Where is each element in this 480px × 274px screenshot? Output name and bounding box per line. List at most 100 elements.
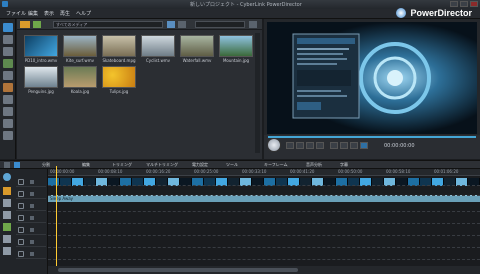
timeline-scroll-thumb[interactable] <box>58 268 298 272</box>
track-row-music <box>48 250 480 260</box>
tab-edit[interactable]: 編集 <box>82 162 90 168</box>
media-room-icon[interactable] <box>3 23 13 32</box>
track-headers <box>0 169 48 274</box>
preview-panel: 00:00:00:00 <box>264 19 480 159</box>
preview-window[interactable] <box>267 22 477 134</box>
track-row-pip <box>48 202 480 212</box>
fast-forward-icon[interactable] <box>316 142 324 149</box>
fx-track-icon[interactable] <box>3 211 11 219</box>
voice-over-room-icon[interactable] <box>3 107 13 116</box>
library-scrollbar[interactable] <box>255 33 260 153</box>
particle-room-icon[interactable] <box>3 59 13 68</box>
media-thumbnail[interactable] <box>180 35 214 57</box>
audio-clip[interactable]: Sleep Away <box>48 195 480 202</box>
film-icon <box>18 179 24 185</box>
media-filter-dropdown[interactable]: すべてのメディア <box>53 21 163 28</box>
timeline-scrollbar[interactable] <box>48 266 480 274</box>
tab-multi-trim[interactable]: マルチトリミング <box>146 162 178 168</box>
pip-room-icon[interactable] <box>3 47 13 56</box>
library-toolbar: すべてのメディア <box>17 19 262 30</box>
undock-icon[interactable] <box>350 142 358 149</box>
ruler-label: 00:00:50:00 <box>338 169 363 174</box>
tab-keyframe[interactable]: キーフレーム <box>264 162 288 168</box>
view-grid-icon[interactable] <box>167 21 175 28</box>
track-row-fx <box>48 214 480 224</box>
tab-split[interactable]: 分割 <box>42 162 50 168</box>
tab-audio-analysis[interactable]: 音声分析 <box>306 162 322 168</box>
stop-icon[interactable] <box>286 142 294 149</box>
media-thumbnail[interactable] <box>63 66 97 88</box>
tab-trim[interactable]: トリミング <box>112 162 132 168</box>
ruler-label: 00:00:16:20 <box>146 169 171 174</box>
timeline-ruler[interactable]: 00:00:00:00 00:00:08:10 00:00:16:20 00:0… <box>48 169 480 176</box>
media-label: Penguins.jpg <box>28 89 54 94</box>
subtitle-room-icon[interactable] <box>3 131 13 140</box>
playback-controls: 00:00:00:00 <box>264 135 480 159</box>
lock-icon[interactable] <box>30 240 34 244</box>
track-header-voice <box>16 237 46 247</box>
media-thumbnail[interactable] <box>102 66 136 88</box>
media-thumbnail[interactable] <box>102 35 136 57</box>
minimize-button[interactable] <box>450 1 458 7</box>
media-label: Kite_surf.wmv <box>66 58 94 63</box>
ruler-label: 00:00:58:10 <box>386 169 411 174</box>
menu-view[interactable]: 表示 <box>44 10 54 17</box>
tab-power-tools[interactable]: 電力設定 <box>192 162 208 168</box>
menu-help[interactable]: ヘルプ <box>76 10 91 17</box>
tab-subtitle[interactable]: 字幕 <box>340 162 348 168</box>
microphone-icon <box>18 239 24 245</box>
media-thumbnail[interactable] <box>141 35 175 57</box>
track-row-title <box>48 226 480 236</box>
chapter-room-icon[interactable] <box>3 119 13 128</box>
transition-room-icon[interactable] <box>3 83 13 92</box>
room-toolbar <box>0 19 16 159</box>
search-icon[interactable] <box>249 21 257 28</box>
lock-icon[interactable] <box>30 216 34 220</box>
import-folder-icon[interactable] <box>20 21 30 28</box>
play-button[interactable] <box>267 138 281 152</box>
media-label: Waterfall.wmv <box>182 58 212 63</box>
effect-room-icon[interactable] <box>3 35 13 44</box>
storyboard-view-icon[interactable] <box>4 162 10 168</box>
previous-frame-icon[interactable] <box>296 142 304 149</box>
media-thumbnail[interactable] <box>24 35 58 57</box>
audio-mixing-room-icon[interactable] <box>3 95 13 104</box>
zoom-icon[interactable] <box>3 173 11 181</box>
media-label: Skateboard.mpg <box>102 58 136 63</box>
audio-track-icon[interactable] <box>3 199 11 207</box>
title-track-icon[interactable] <box>3 223 11 231</box>
download-icon[interactable] <box>33 21 41 28</box>
brand-logo-icon <box>396 8 406 18</box>
playhead[interactable] <box>56 166 57 266</box>
next-frame-icon[interactable] <box>306 142 314 149</box>
close-button[interactable] <box>470 1 478 7</box>
lock-icon[interactable] <box>30 180 34 184</box>
media-thumbnail[interactable] <box>24 66 58 88</box>
volume-icon[interactable] <box>340 142 348 149</box>
media-thumbnail[interactable] <box>219 35 253 57</box>
title-bar: 新しいプロジェクト - CyberLink PowerDirector <box>0 0 480 9</box>
lock-icon[interactable] <box>30 192 34 196</box>
media-label: Mountain.jpg <box>222 58 250 63</box>
lock-icon[interactable] <box>30 228 34 232</box>
timeline-view-icon[interactable] <box>14 162 20 168</box>
media-label: Koala.jpg <box>70 89 90 94</box>
title-room-icon[interactable] <box>3 71 13 80</box>
tab-tools[interactable]: ツール <box>226 162 238 168</box>
fullscreen-icon[interactable] <box>360 142 368 149</box>
menu-playback[interactable]: 再生 <box>60 10 70 17</box>
media-thumbnail[interactable] <box>63 35 97 57</box>
lock-icon[interactable] <box>30 252 34 256</box>
timeline-tracks: Sleep Away <box>48 176 480 266</box>
video-track-icon[interactable] <box>3 187 11 195</box>
voice-track-icon[interactable] <box>3 235 11 243</box>
snapshot-icon[interactable] <box>330 142 338 149</box>
seek-bar[interactable] <box>268 136 476 138</box>
view-list-icon[interactable] <box>178 21 186 28</box>
menu-edit[interactable]: 編集 <box>28 10 38 17</box>
menu-file[interactable]: ファイル <box>6 10 26 17</box>
lock-icon[interactable] <box>30 204 34 208</box>
maximize-button[interactable] <box>460 1 468 7</box>
music-track-icon[interactable] <box>3 247 11 255</box>
library-search-input[interactable] <box>195 21 245 28</box>
